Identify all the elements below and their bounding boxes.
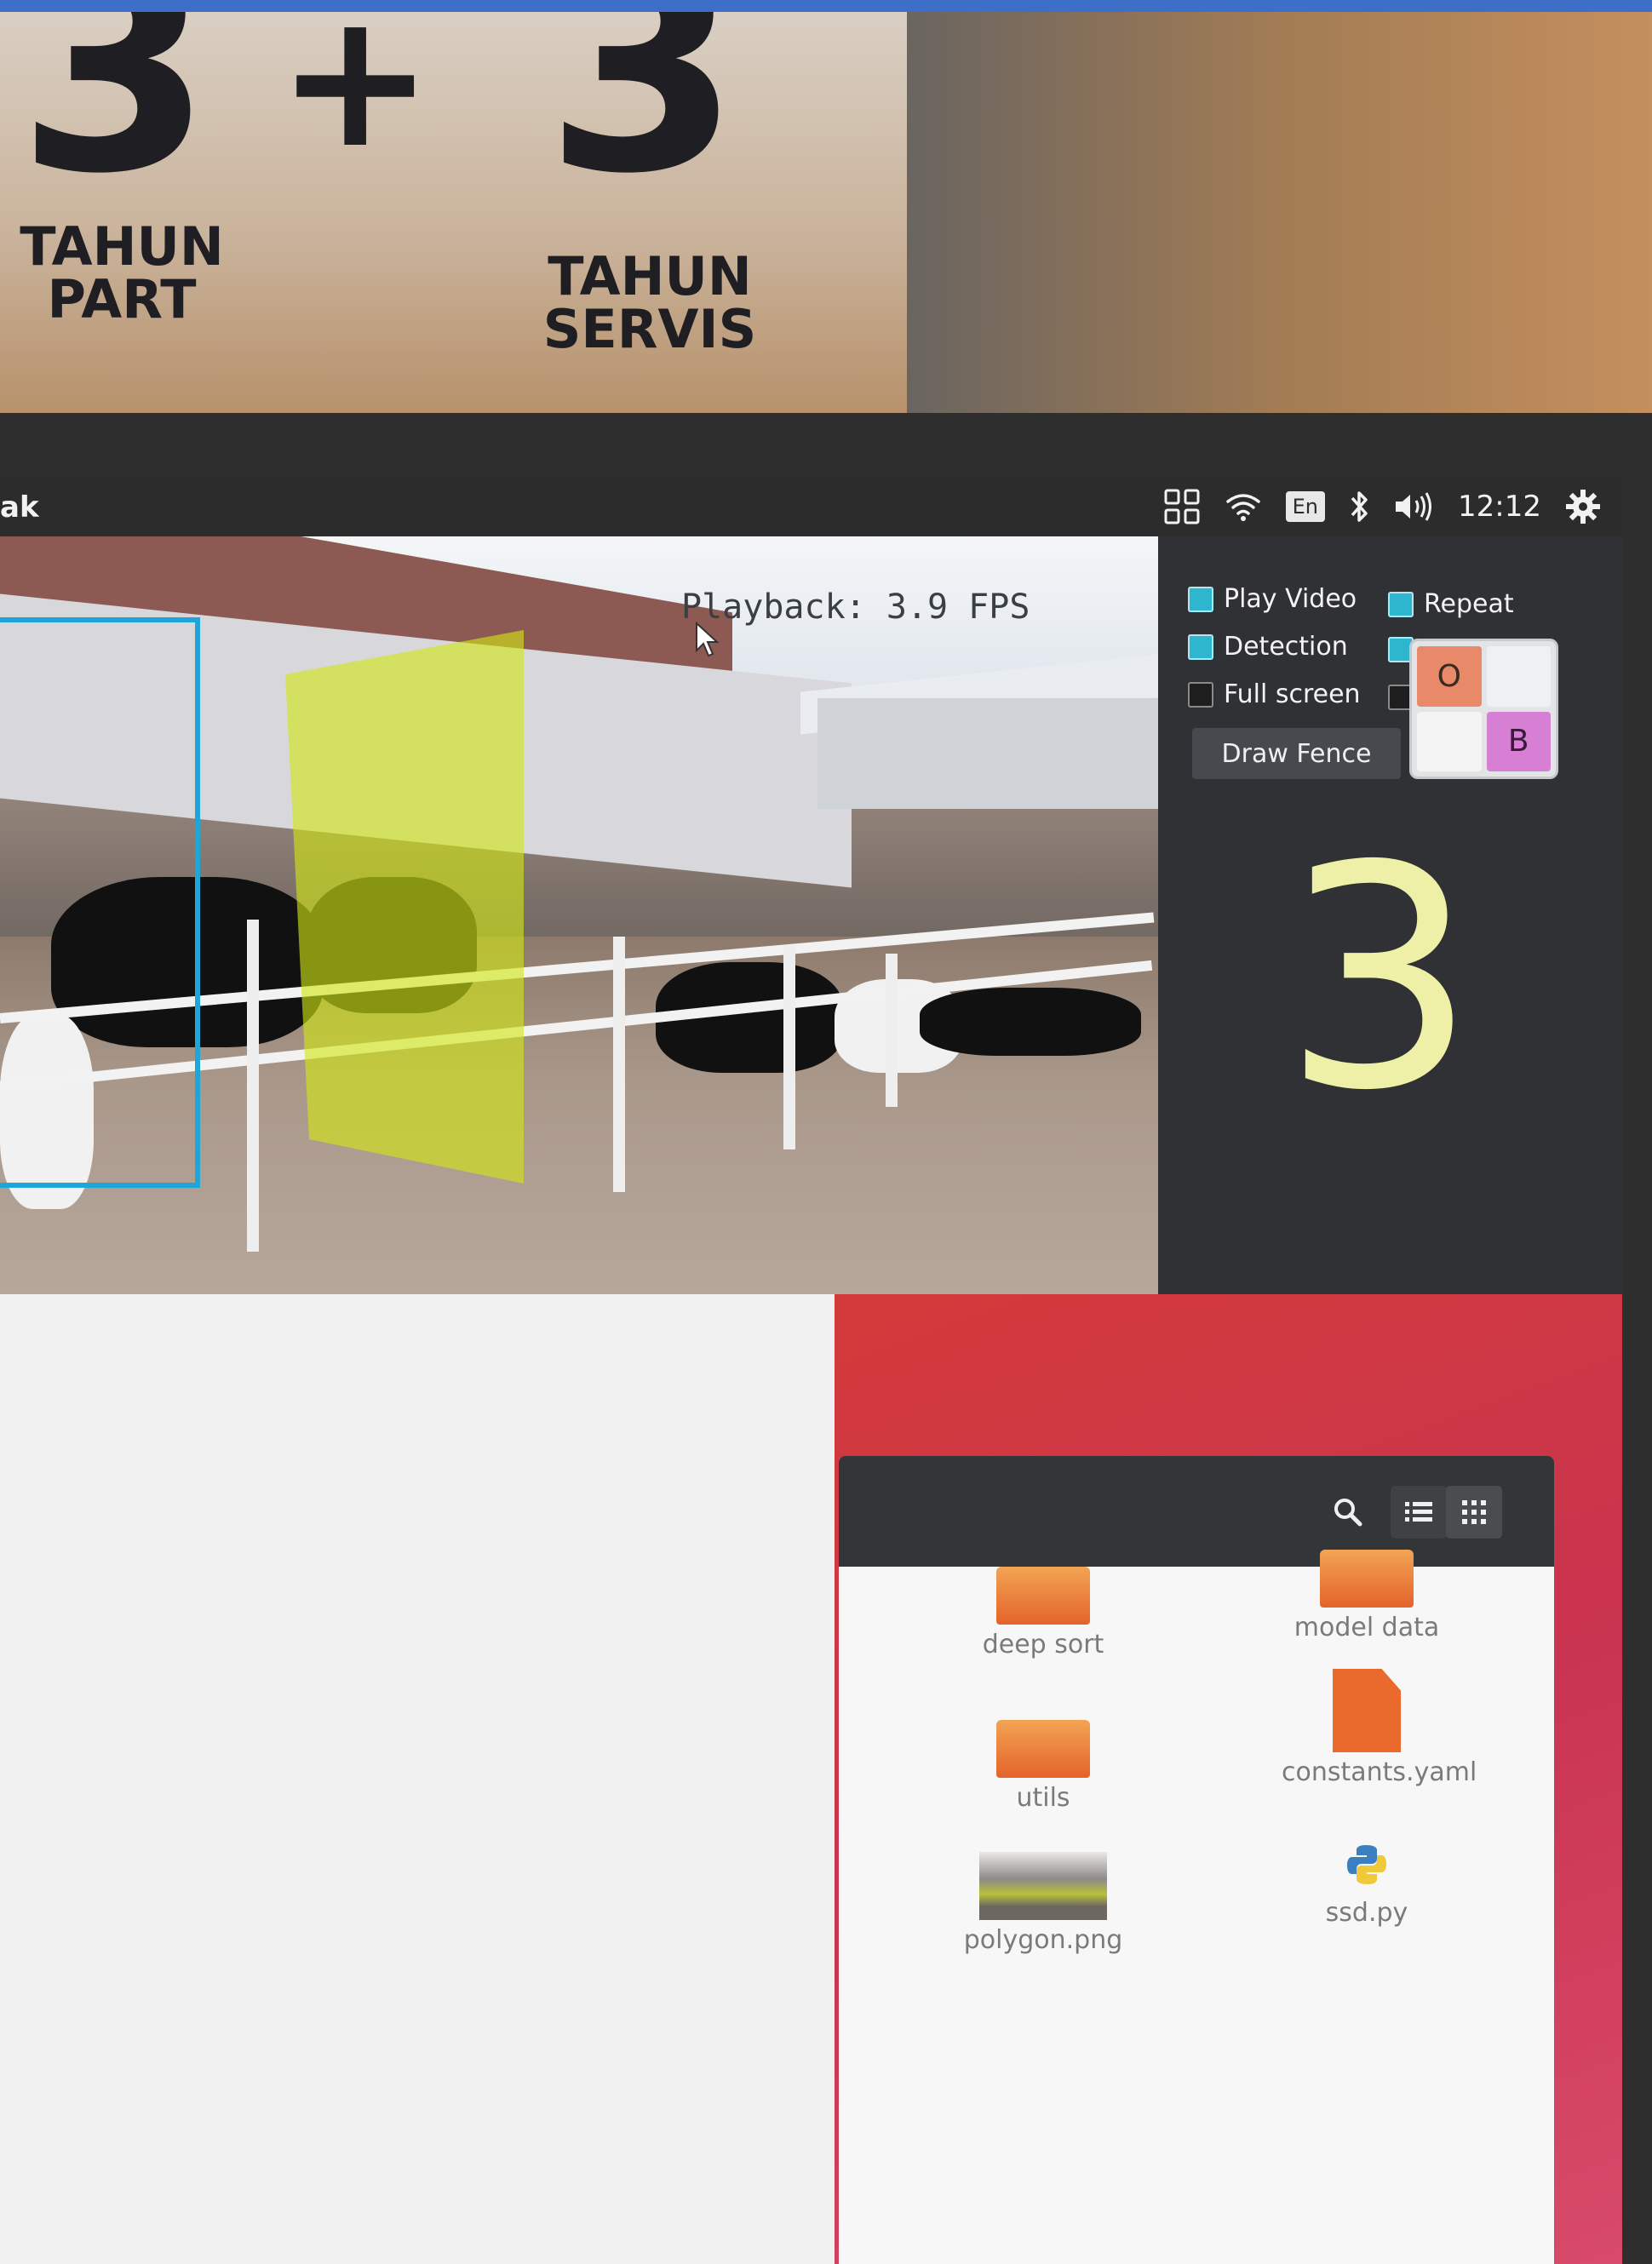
detection-label: Detection	[1224, 632, 1348, 662]
monitor-screen: ak En 12:12 Playback: 3.9 FPS Play Video…	[0, 477, 1622, 2264]
playback-fps-label: Playback: 3.9 FPS	[681, 587, 1030, 627]
document-icon	[1333, 1669, 1401, 1752]
draw-fence-button[interactable]: Draw Fence	[1192, 728, 1401, 779]
zone-o-cell[interactable]: O	[1417, 646, 1482, 707]
file-name: model data	[1293, 1613, 1440, 1642]
zone-empty-cell[interactable]	[1486, 646, 1551, 707]
file-item-image[interactable]: polygon.png	[958, 1852, 1128, 1955]
list-view-icon	[1405, 1502, 1432, 1522]
top-strip	[0, 0, 1652, 12]
file-item-document[interactable]: constants.yaml	[1282, 1669, 1477, 1787]
system-tray: En 12:12	[1163, 485, 1601, 528]
fence-post	[783, 945, 795, 1149]
play-video-check[interactable]	[1188, 586, 1213, 612]
cow-figure	[920, 988, 1141, 1056]
video-feed[interactable]: Playback: 3.9 FPS	[0, 536, 1158, 1294]
detection-box	[0, 617, 200, 1188]
file-item-folder[interactable]: deep sort	[958, 1567, 1128, 1659]
language-indicator[interactable]: En	[1285, 491, 1326, 522]
fence-post	[247, 920, 259, 1252]
printed-sign: 3 + 3 TAHUN PART TAHUN SERVIS	[0, 12, 907, 429]
fence-post	[886, 954, 898, 1107]
sign-plus: +	[277, 12, 434, 189]
zone-empty-cell[interactable]	[1417, 711, 1482, 771]
zone-b-cell[interactable]: B	[1486, 711, 1551, 771]
repeat-check[interactable]	[1388, 591, 1414, 617]
search-icon	[1334, 1499, 1362, 1527]
clock[interactable]: 12:12	[1458, 490, 1541, 524]
full-screen-check[interactable]	[1188, 681, 1213, 708]
play-video-checkbox[interactable]: Play Video	[1188, 584, 1357, 614]
object-count: 3	[1282, 800, 1477, 1157]
file-manager-content: deep sort model data utils constants.yam…	[839, 1550, 1554, 2264]
system-top-bar: ak En 12:12	[0, 477, 1622, 536]
mouse-cursor-icon	[695, 621, 720, 662]
fence-post	[613, 937, 625, 1192]
wifi-icon[interactable]	[1225, 491, 1262, 522]
grid-view-button[interactable]	[1446, 1486, 1502, 1539]
full-screen-checkbox[interactable]: Full screen	[1188, 679, 1361, 709]
file-name: polygon.png	[963, 1925, 1123, 1955]
fence-zone-overlay	[285, 630, 524, 1184]
sign-right-label: TAHUN SERVIS	[542, 245, 757, 360]
file-item-python[interactable]: ssd.py	[1282, 1843, 1452, 1928]
background-wall	[907, 12, 1652, 455]
list-view-button[interactable]	[1391, 1486, 1447, 1539]
file-name: ssd.py	[1325, 1898, 1408, 1928]
sign-digit-right: 3	[545, 12, 741, 235]
file-name: utils	[1016, 1783, 1070, 1813]
bluetooth-icon[interactable]	[1349, 490, 1369, 524]
settings-gear-icon[interactable]	[1565, 489, 1601, 524]
folder-icon	[996, 1720, 1090, 1778]
scene-shed	[817, 698, 1158, 809]
image-thumbnail-icon	[979, 1852, 1107, 1920]
volume-icon[interactable]	[1393, 490, 1434, 523]
python-file-icon	[1347, 1845, 1386, 1884]
sign-left-label: TAHUN PART	[20, 215, 224, 330]
file-name: constants.yaml	[1282, 1757, 1477, 1787]
play-video-label: Play Video	[1224, 584, 1357, 614]
file-item-folder[interactable]: utils	[958, 1720, 1128, 1813]
grid-view-icon	[1462, 1500, 1486, 1524]
apps-grid-icon[interactable]	[1163, 488, 1201, 525]
repeat-label: Repeat	[1424, 589, 1514, 619]
full-screen-label: Full screen	[1224, 679, 1361, 709]
detection-check[interactable]	[1188, 633, 1213, 660]
blank-window-area	[0, 1294, 835, 2264]
control-panel: Play Video Repeat Detection Full screen …	[1158, 536, 1622, 1294]
folder-icon	[1320, 1550, 1414, 1608]
app-title[interactable]: ak	[0, 490, 39, 524]
folder-icon	[996, 1567, 1090, 1625]
detection-checkbox[interactable]: Detection	[1188, 632, 1348, 662]
sign-digit-left: 3	[17, 12, 213, 235]
search-button[interactable]	[1320, 1486, 1376, 1539]
zone-grid[interactable]: O B	[1409, 639, 1558, 779]
repeat-checkbox[interactable]: Repeat	[1388, 589, 1514, 619]
file-item-folder[interactable]: model data	[1282, 1550, 1452, 1642]
file-name: deep sort	[982, 1630, 1104, 1659]
